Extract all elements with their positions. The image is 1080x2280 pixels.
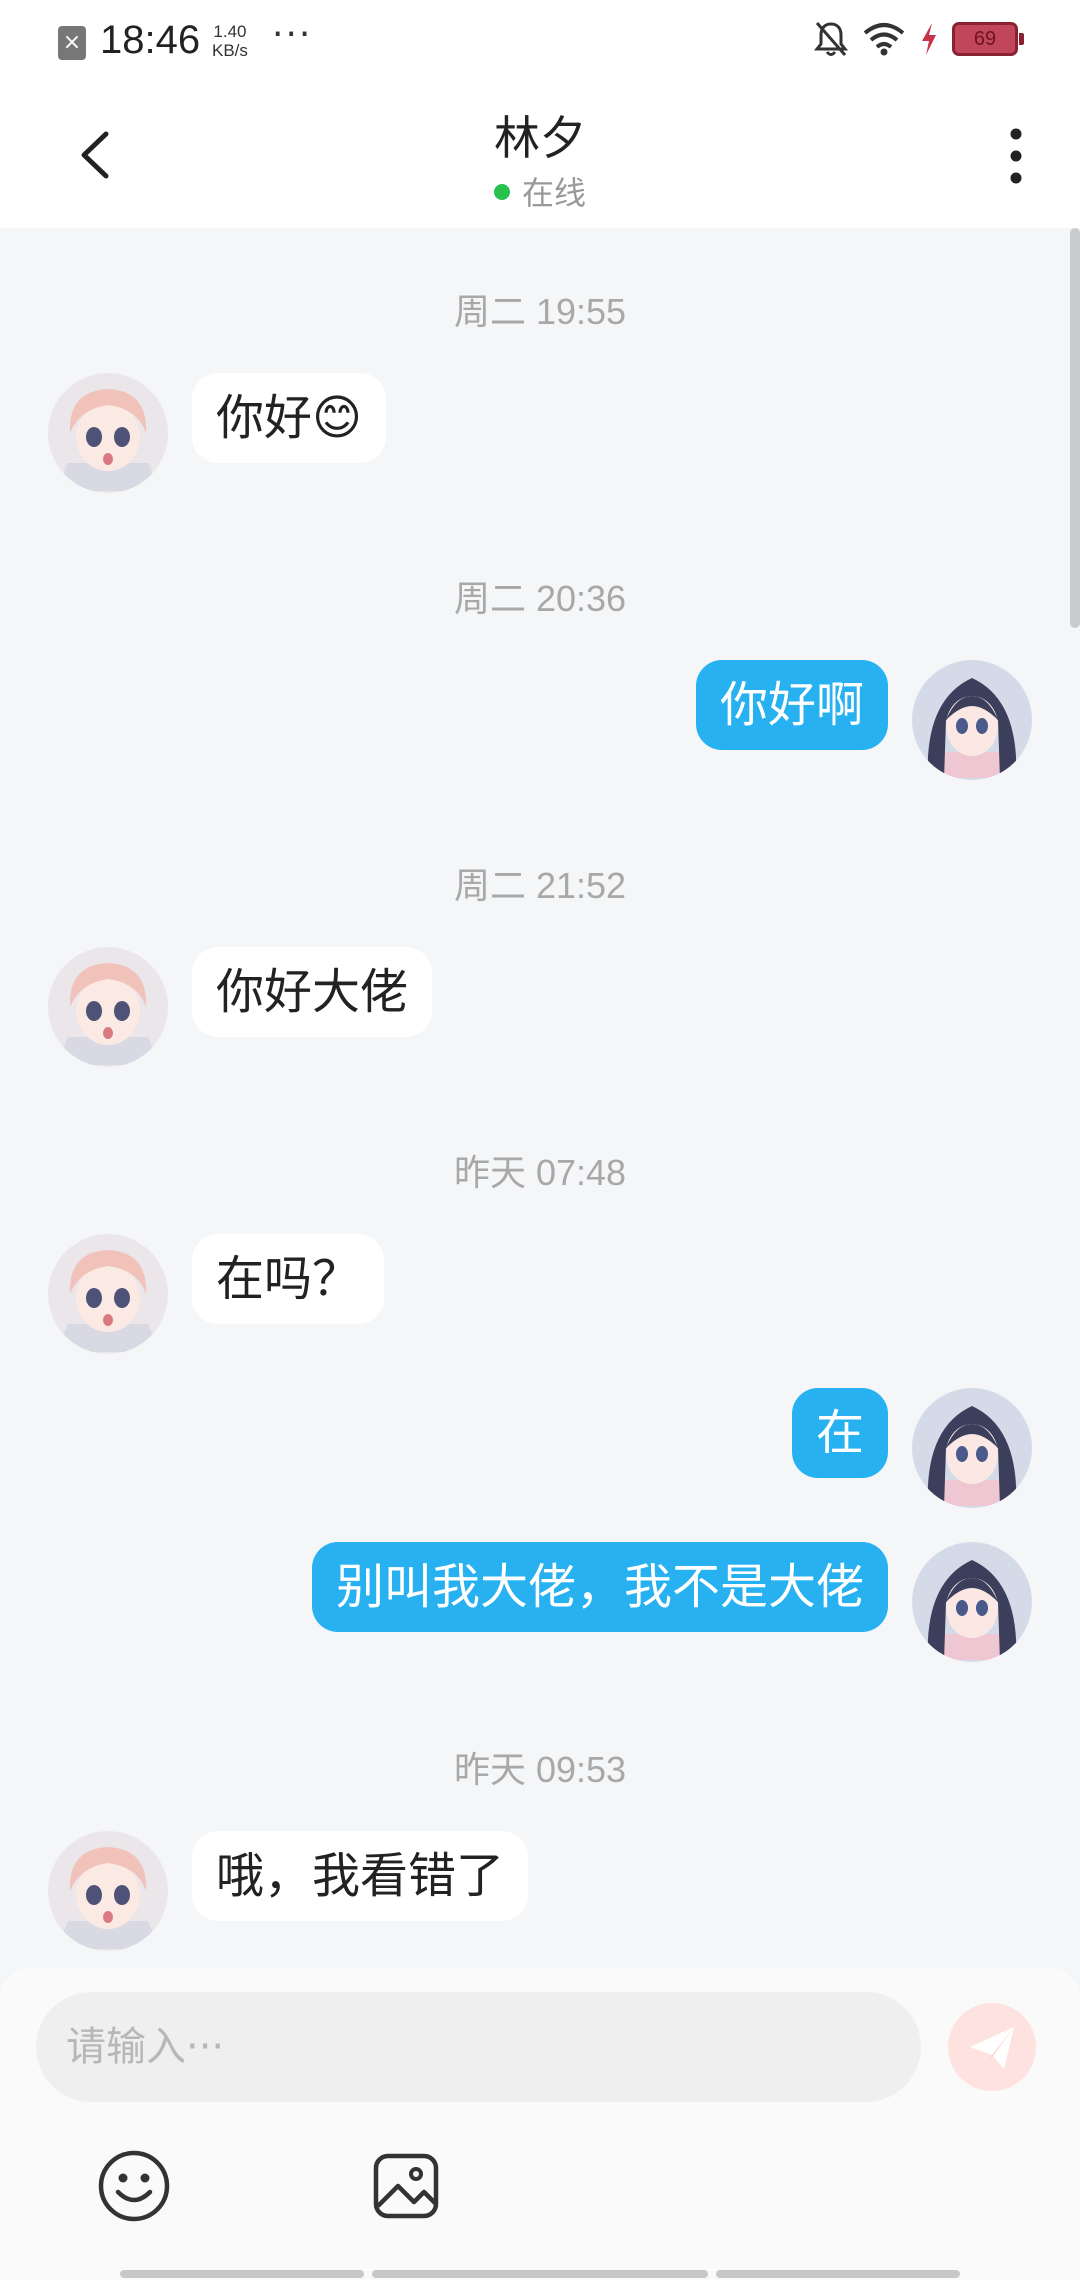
gesture-bar	[372, 2270, 708, 2278]
incoming-message-bubble[interactable]: 你好😊	[192, 373, 387, 463]
image-icon[interactable]	[368, 2148, 444, 2224]
contact-avatar[interactable]	[48, 373, 168, 493]
wifi-icon	[863, 23, 905, 56]
speed-value: 1.40	[213, 22, 247, 41]
gesture-bar	[716, 2270, 960, 2278]
no-sim-icon: ×	[58, 26, 86, 60]
speed-unit: KB/s	[212, 41, 248, 60]
message-timestamp: 昨天 09:53	[453, 1749, 627, 1790]
contact-name: 林夕	[494, 111, 586, 165]
send-icon[interactable]	[948, 2003, 1036, 2091]
status-bar: × 18:46 1.40 KB/s ··· 69	[0, 0, 1080, 84]
charging-bolt-icon	[922, 23, 936, 55]
online-dot	[493, 184, 510, 200]
clock: 18:46	[100, 18, 201, 62]
online-status: 在线	[0, 168, 1080, 214]
message-list[interactable]: 周二 19:55 你好😊 周二 20:36 你好啊 周二 21:52 你好大佬 …	[0, 228, 1080, 1968]
composer-panel	[0, 1968, 1080, 2280]
my-avatar[interactable]	[912, 1542, 1032, 1662]
outgoing-message-bubble[interactable]: 在	[791, 1388, 888, 1478]
incoming-message-bubble[interactable]: 你好大佬	[192, 947, 433, 1037]
contact-avatar[interactable]	[48, 1831, 168, 1951]
message-timestamp: 周二 20:36	[453, 578, 627, 619]
incoming-message-bubble[interactable]: 在吗？	[192, 1234, 385, 1324]
battery-icon: 69	[952, 22, 1024, 56]
more-vertical-icon[interactable]	[996, 124, 1036, 188]
emoji-icon[interactable]	[96, 2148, 172, 2224]
contact-avatar[interactable]	[48, 1234, 168, 1354]
message-timestamp: 周二 19:55	[453, 291, 627, 332]
outgoing-message-bubble[interactable]: 别叫我大佬，我不是大佬	[311, 1542, 888, 1632]
network-speed: 1.40 KB/s	[212, 22, 248, 60]
my-avatar[interactable]	[912, 660, 1032, 780]
gesture-bar	[120, 2270, 364, 2278]
chat-header: 林夕 在线	[0, 84, 1080, 228]
incoming-message-bubble[interactable]: 哦，我看错了	[192, 1831, 529, 1921]
contact-avatar[interactable]	[48, 947, 168, 1067]
outgoing-message-bubble[interactable]: 你好啊	[695, 660, 888, 750]
more-notifications-icon: ···	[272, 14, 313, 55]
message-timestamp: 周二 21:52	[453, 865, 627, 906]
bell-off-icon	[814, 22, 848, 56]
online-status-label: 在线	[521, 174, 586, 212]
message-timestamp: 昨天 07:48	[453, 1152, 627, 1193]
status-icons: 69	[814, 20, 1024, 58]
message-input[interactable]	[36, 1992, 921, 2102]
my-avatar[interactable]	[912, 1388, 1032, 1508]
